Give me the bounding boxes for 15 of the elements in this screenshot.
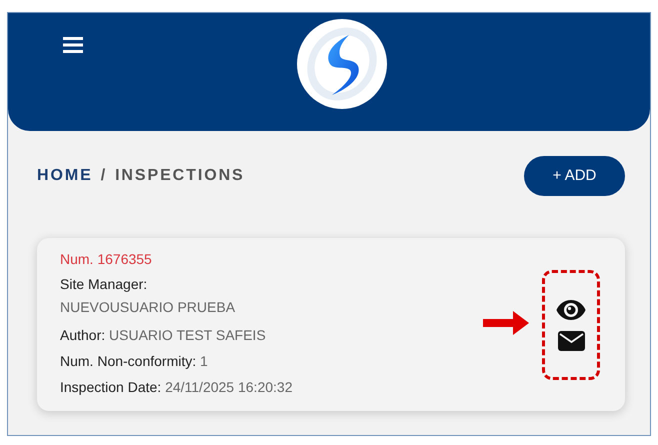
logo-icon [296,18,388,110]
envelope-icon[interactable] [558,330,584,350]
inspection-number: Num. 1676355 [60,250,153,268]
menu-icon[interactable] [63,37,83,53]
field-text: Num. Non-conformity: 1 [60,352,209,370]
breadcrumb-item[interactable]: HOME [37,164,93,188]
annotation-arrow [483,310,529,334]
field-text: Author: USUARIO TEST SAFEIS [60,326,267,344]
field-text: Inspection Date: 24/11/2025 16:20:32 [60,378,294,396]
field-label: Site Manager: [60,274,148,294]
eye-icon[interactable] [556,298,586,320]
field-value: NUEVOUSUARIO PRUEBA [60,298,236,316]
add-button[interactable]: + ADD [524,156,625,196]
breadcrumb-item: INSPECTIONS [115,166,245,186]
breadcrumb-separator: / [100,166,108,186]
